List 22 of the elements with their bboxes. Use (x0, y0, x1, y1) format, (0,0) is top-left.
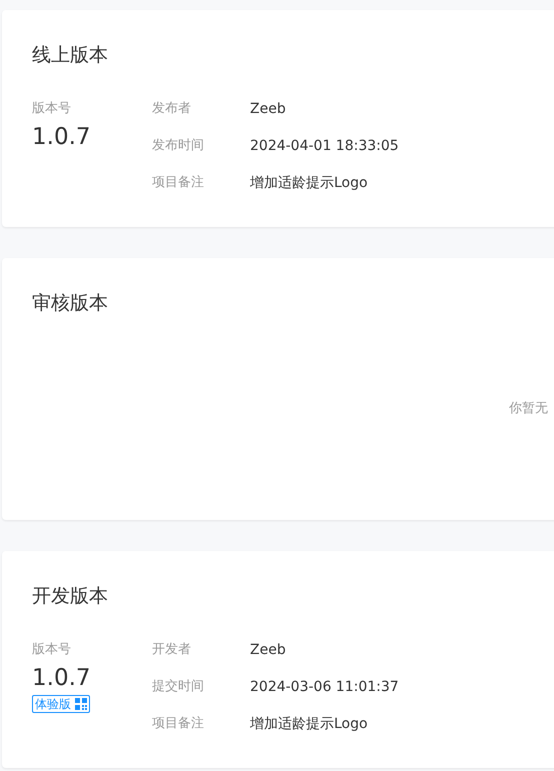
section-title: 开发版本 (32, 584, 109, 608)
field-label: 项目备注 (152, 174, 205, 192)
version-label: 版本号 (32, 100, 72, 118)
version-number: 1.0.7 (32, 664, 92, 693)
version-label: 版本号 (32, 641, 72, 659)
field-label: 发布者 (152, 100, 192, 118)
section-title: 线上版本 (32, 43, 109, 67)
field-value: Zeeb (250, 641, 286, 659)
field-label: 提交时间 (152, 678, 205, 696)
field-label: 开发者 (152, 641, 192, 659)
field-label: 发布时间 (152, 137, 205, 155)
empty-message: 你暂无 (509, 401, 548, 416)
field-value: Zeeb (250, 100, 286, 118)
version-number: 1.0.7 (32, 123, 92, 152)
field-label: 项目备注 (152, 715, 205, 733)
section-title: 审核版本 (32, 291, 109, 315)
field-value: 增加适龄提示Logo (250, 174, 368, 192)
trial-tag[interactable]: 体验版 (32, 695, 90, 713)
field-value: 2024-03-06 11:01:37 (250, 678, 399, 696)
field-value: 增加适龄提示Logo (250, 715, 368, 733)
field-value: 2024-04-01 18:33:05 (250, 137, 399, 155)
qr-code-icon (75, 698, 87, 710)
